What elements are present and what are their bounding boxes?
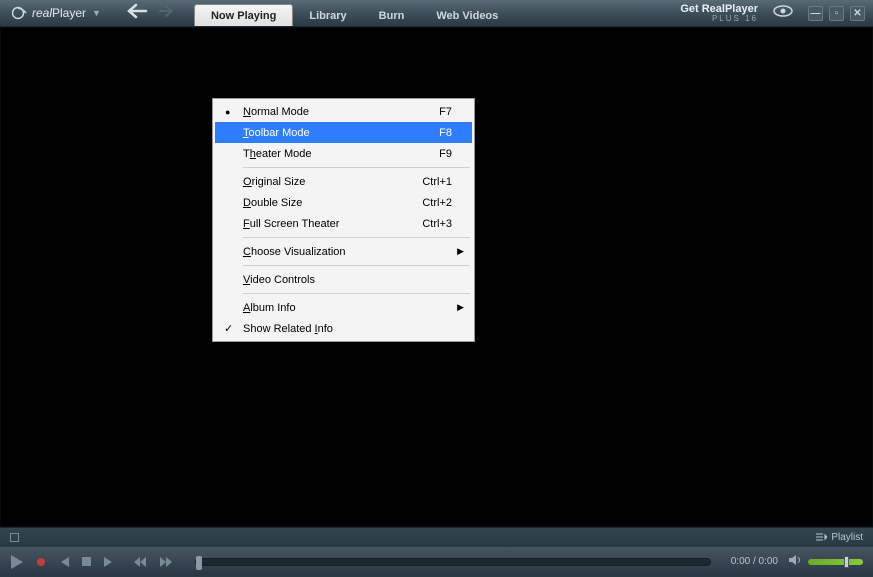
volume-slider[interactable] bbox=[808, 559, 863, 565]
close-button[interactable]: ✕ bbox=[850, 6, 865, 21]
menu-original-size[interactable]: Original Size Ctrl+1 bbox=[215, 171, 472, 192]
get-realplayer-promo[interactable]: Get RealPlayer PLUS 16 bbox=[680, 4, 758, 23]
menu-double-size[interactable]: Double Size Ctrl+2 bbox=[215, 192, 472, 213]
menu-choose-visualization[interactable]: Choose Visualization ▶ bbox=[215, 241, 472, 262]
fast-forward-button[interactable] bbox=[159, 557, 173, 567]
menu-theater-mode[interactable]: Theater Mode F9 bbox=[215, 143, 472, 164]
seek-slider[interactable] bbox=[195, 558, 711, 566]
seek-thumb[interactable] bbox=[196, 556, 202, 570]
menu-separator bbox=[243, 167, 470, 168]
prev-track-button[interactable] bbox=[58, 557, 70, 567]
play-button[interactable] bbox=[10, 554, 24, 570]
time-display: 0:00 / 0:00 bbox=[731, 556, 778, 567]
menu-video-controls[interactable]: Video Controls bbox=[215, 269, 472, 290]
playlist-button[interactable]: Playlist bbox=[816, 532, 863, 543]
menu-album-info[interactable]: Album Info ▶ bbox=[215, 297, 472, 318]
stop-indicator-icon[interactable] bbox=[10, 533, 19, 542]
tab-now-playing[interactable]: Now Playing bbox=[194, 4, 293, 26]
rewind-button[interactable] bbox=[133, 557, 147, 567]
check-icon: ✓ bbox=[224, 322, 233, 335]
app-logo[interactable]: realPlayer ▼ bbox=[12, 6, 101, 20]
tab-library[interactable]: Library bbox=[293, 5, 362, 26]
submenu-arrow-icon: ▶ bbox=[457, 302, 464, 313]
volume-thumb[interactable] bbox=[844, 556, 849, 568]
chevron-down-icon: ▼ bbox=[92, 8, 101, 18]
maximize-button[interactable]: ▫ bbox=[829, 6, 844, 21]
menu-normal-mode[interactable]: ● Normal Mode F7 bbox=[215, 101, 472, 122]
titlebar: realPlayer ▼ Now Playing Library Burn We… bbox=[0, 0, 873, 27]
realplayer-logo-icon bbox=[12, 6, 30, 20]
video-stage[interactable]: layer ● Normal Mode F7 Toolbar Mode F8 T… bbox=[0, 27, 873, 527]
view-context-menu: ● Normal Mode F7 Toolbar Mode F8 Theater… bbox=[212, 98, 475, 342]
nav-forward-button[interactable] bbox=[158, 4, 176, 23]
tab-burn[interactable]: Burn bbox=[363, 5, 421, 26]
menu-toolbar-mode[interactable]: Toolbar Mode F8 bbox=[215, 122, 472, 143]
volume-control bbox=[788, 553, 863, 571]
playlist-icon bbox=[816, 533, 827, 542]
main-tabs: Now Playing Library Burn Web Videos bbox=[194, 0, 514, 26]
menu-separator bbox=[243, 237, 470, 238]
menu-show-related-info[interactable]: ✓ Show Related Info bbox=[215, 318, 472, 339]
tab-web-videos[interactable]: Web Videos bbox=[420, 5, 514, 26]
menu-separator bbox=[243, 293, 470, 294]
volume-icon[interactable] bbox=[788, 553, 802, 571]
record-button[interactable] bbox=[36, 557, 46, 567]
bullet-icon: ● bbox=[225, 107, 230, 117]
menu-full-screen-theater[interactable]: Full Screen Theater Ctrl+3 bbox=[215, 213, 472, 234]
nav-back-button[interactable] bbox=[126, 3, 148, 24]
visibility-icon[interactable] bbox=[772, 4, 794, 23]
next-track-button[interactable] bbox=[103, 557, 115, 567]
stop-button[interactable] bbox=[82, 557, 91, 566]
menu-separator bbox=[243, 265, 470, 266]
control-bar: 0:00 / 0:00 bbox=[0, 547, 873, 576]
seek-bar-row: Playlist bbox=[0, 527, 873, 547]
submenu-arrow-icon: ▶ bbox=[457, 246, 464, 257]
minimize-button[interactable]: — bbox=[808, 6, 823, 21]
